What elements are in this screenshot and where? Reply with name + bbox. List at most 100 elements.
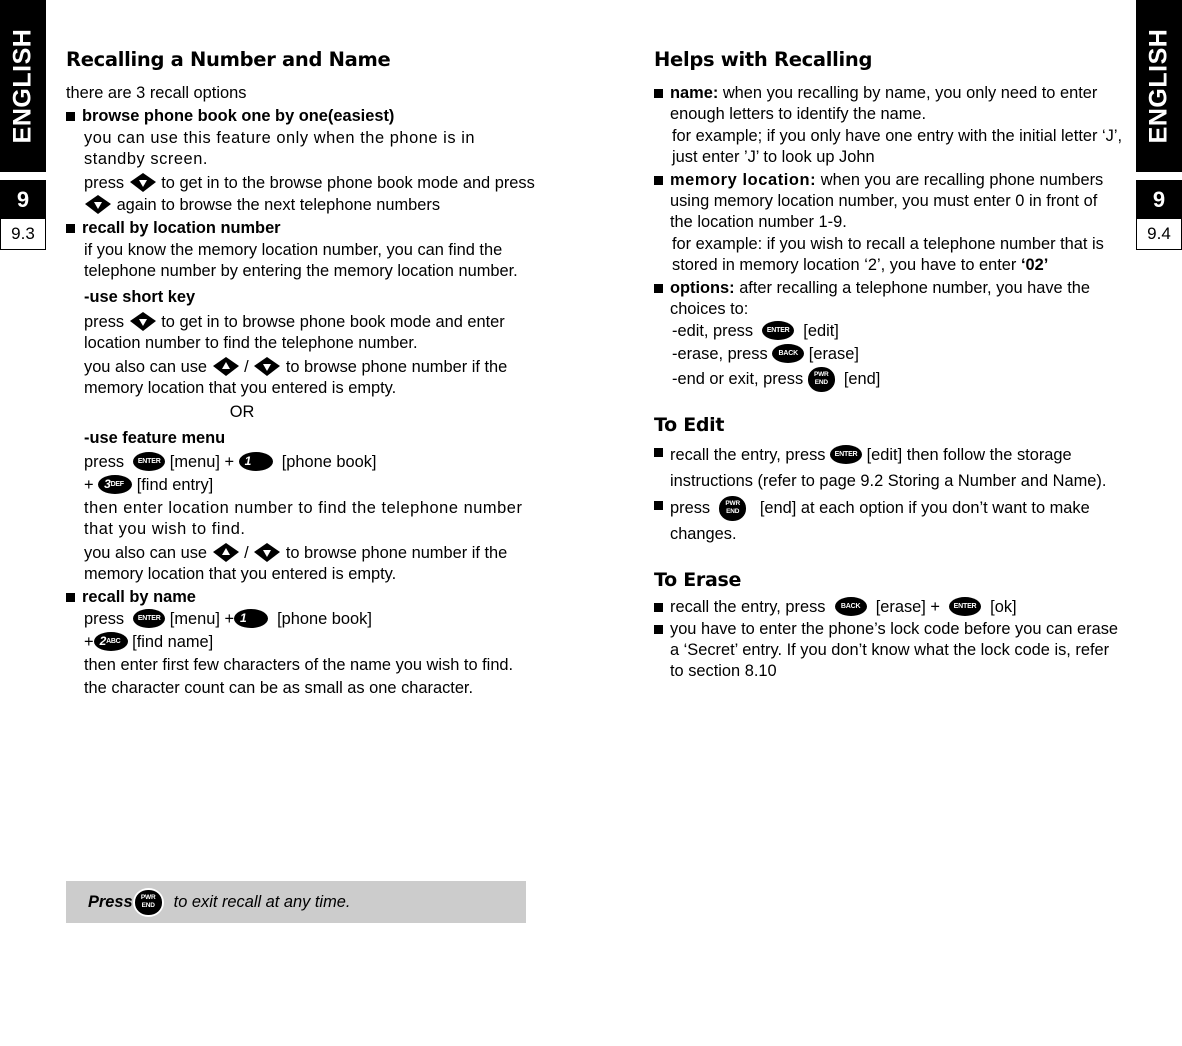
phonebook-bracket-label: [phone book]: [277, 610, 372, 628]
plus-sign: +: [84, 476, 94, 494]
erase-bracket-label: [erase]: [808, 345, 859, 363]
enter-key-icon: ENTER: [133, 452, 166, 471]
sidebar-right: ENGLISH 9 9.4: [1136, 0, 1182, 250]
section-title-to-erase: To Erase: [654, 569, 742, 591]
press-word: press: [84, 313, 125, 331]
enter-key-icon: ENTER: [949, 597, 982, 616]
square-bullet-icon: [66, 112, 75, 121]
pwr-end-key-icon: PWR END: [719, 496, 747, 521]
digit-3-key-icon: 3DEF: [98, 475, 133, 494]
enter-key-icon: ENTER: [133, 609, 166, 628]
square-bullet-icon: [654, 448, 663, 457]
option-end-line: -end or exit, press PWR END [end]: [672, 367, 1124, 392]
chapter-number-right: 9: [1137, 181, 1181, 219]
also-use-text: you also can use: [84, 544, 208, 562]
subhead-use-feature-menu: -use feature menu: [84, 429, 226, 447]
or-divider-text: OR: [229, 403, 255, 421]
intro-text: there are 3 recall options: [66, 84, 247, 102]
chapter-block-left: 9 9.3: [0, 180, 46, 250]
name-press-line: press ENTER [menu] +1 [phone book]: [84, 609, 536, 630]
chapter-block-right: 9 9.4: [1136, 180, 1182, 250]
end-bracket-label: [end]: [843, 370, 881, 388]
bullet-recall-by-location: recall by location number: [66, 218, 536, 239]
note-press-word: Press: [88, 892, 133, 911]
feature-menu-press-line: press ENTER [menu] + 1 [phone book]: [84, 452, 536, 473]
also-use-text: you also can use: [84, 358, 208, 376]
find-name-bracket-label: [find name]: [132, 633, 214, 651]
bullet-erase-recall: recall the entry, press BACK [erase] + E…: [654, 597, 1124, 618]
slash-separator: /: [244, 358, 249, 376]
bullet-label: options:: [670, 279, 735, 297]
edit-recall-text: recall the entry, press: [670, 446, 826, 464]
language-label-left: ENGLISH: [8, 28, 37, 144]
edit-bracket-label: [edit]: [803, 322, 839, 340]
browse-press-line: press to get in to the browse phone book…: [84, 172, 536, 216]
square-bullet-icon: [654, 176, 663, 185]
page-title-recalling: Recalling a Number and Name: [66, 48, 391, 71]
browse-press-text-1: to get in to the browse phone book mode …: [161, 174, 535, 192]
bullet-label: browse phone book one by one(easiest): [82, 107, 395, 125]
press-word: press: [670, 499, 711, 517]
press-word: press: [84, 610, 125, 628]
short-key-browse-line: you also can use / to browse phone numbe…: [84, 356, 536, 399]
nav-down-key-icon: [253, 542, 281, 563]
bullet-edit-press-end: press PWR END [end] at each option if you…: [654, 495, 1124, 547]
option-end-text: -end or exit, press: [672, 370, 804, 388]
plus-sign: +: [224, 453, 235, 471]
browse-desc: you can use this feature only when the p…: [84, 129, 476, 168]
square-bullet-icon: [654, 625, 663, 634]
phonebook-bracket-label: [phone book]: [281, 453, 377, 471]
find-entry-bracket-label: [find entry]: [136, 476, 214, 494]
nav-down-key-icon: [129, 172, 157, 193]
bullet-browse-phonebook: browse phone book one by one(easiest): [66, 106, 536, 127]
bullet-recall-by-name: recall by name: [66, 587, 536, 608]
press-word: press: [84, 453, 125, 471]
bullet-label: recall by location number: [82, 219, 281, 237]
bullet-body: when you recalling by name, you only nee…: [670, 84, 1098, 123]
square-bullet-icon: [654, 501, 663, 510]
erase-recall-text: recall the entry, press: [670, 598, 826, 616]
page-number-right: 9.4: [1137, 219, 1181, 249]
option-erase-line: -erase, press BACK [erase]: [672, 344, 1124, 365]
back-key-icon: BACK: [834, 597, 867, 616]
plus-sign: +: [224, 610, 235, 628]
nav-down-key-icon: [129, 311, 157, 332]
option-edit-line: -edit, press ENTER [edit]: [672, 321, 1124, 342]
bullet-label: name:: [670, 84, 719, 102]
digit-2-key-icon: 2ABC: [93, 632, 128, 651]
bullet-label: recall by name: [82, 588, 196, 606]
name-desc-1: then enter first few characters of the n…: [84, 656, 514, 674]
name-find-name-line: +2ABC [find name]: [84, 632, 536, 653]
name-desc-2: the character count can be as small as o…: [84, 679, 474, 697]
browse-press-text-2: again to browse the next telephone numbe…: [116, 196, 441, 214]
right-page-column: Helps with Recalling name: when you reca…: [654, 48, 1124, 683]
feature-menu-find-entry-line: + 3DEF [find entry]: [84, 475, 536, 496]
erase-bracket-label: [erase] +: [875, 598, 940, 616]
page-number-left: 9.3: [1, 219, 45, 249]
pwr-end-key-icon: PWR END: [132, 887, 164, 917]
enter-key-icon: ENTER: [762, 321, 795, 340]
language-tab-right: ENGLISH: [1136, 0, 1182, 172]
digit-1-key-icon: 1: [234, 609, 269, 628]
enter-key-icon: ENTER: [830, 445, 863, 464]
language-tab-left: ENGLISH: [0, 0, 46, 172]
feature-menu-browse-line: you also can use / to browse phone numbe…: [84, 542, 536, 585]
language-label-right: ENGLISH: [1144, 28, 1173, 144]
subhead-use-short-key: -use short key: [84, 288, 196, 306]
square-bullet-icon: [654, 284, 663, 293]
square-bullet-icon: [654, 603, 663, 612]
left-page-column: Recalling a Number and Name there are 3 …: [66, 48, 536, 701]
option-erase-text: -erase, press: [672, 345, 768, 363]
chapter-number-left: 9: [1, 181, 45, 219]
bullet-help-name: name: when you recalling by name, you on…: [654, 83, 1124, 125]
nav-up-key-icon: [212, 542, 240, 563]
press-word: press: [84, 174, 125, 192]
square-bullet-icon: [654, 89, 663, 98]
section-title-to-edit: To Edit: [654, 414, 725, 436]
bullet-label: memory location:: [670, 171, 817, 189]
page-title-helps-with-recalling: Helps with Recalling: [654, 48, 873, 71]
sidebar-left: ENGLISH 9 9.3: [0, 0, 46, 250]
slash-separator: /: [244, 544, 249, 562]
menu-bracket-label: [menu]: [169, 453, 220, 471]
square-bullet-icon: [66, 224, 75, 233]
